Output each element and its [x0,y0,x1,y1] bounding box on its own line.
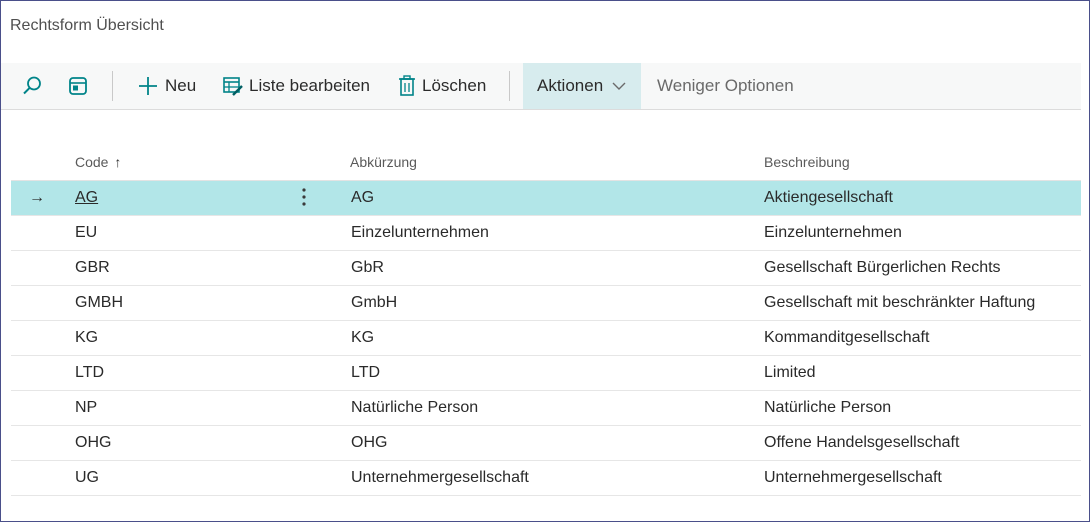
cell-abbreviation: KG [351,329,375,346]
table-row[interactable]: EU Einzelunternehmen Einzelunternehmen [11,216,1081,251]
table-row[interactable]: NP Natürliche Person Natürliche Person [11,391,1081,426]
cell-description: Unternehmergesellschaft [764,469,942,486]
table-row[interactable]: → AG AG Aktiengesellschaft [11,181,1081,216]
page-frame: Rechtsform Übersicht Neu Liste bearbeite… [0,0,1090,522]
toolbar-divider [112,71,113,101]
list-grid: Code ↑ Abkürzung Beschreibung → AG AG Aktie… [11,146,1081,496]
new-button[interactable]: Neu [137,63,196,109]
action-bar: Neu Liste bearbeiten Löschen Aktionen We… [1,63,1081,110]
trash-icon [398,75,416,97]
layout-icon [67,75,89,97]
cell-code: EU [75,224,98,241]
cell-abbreviation: Einzelunternehmen [351,224,489,241]
cell-code: NP [75,399,98,416]
cell-description: Gesellschaft mit beschränkter Haftung [764,294,1036,311]
cell-description: Aktiengesellschaft [764,189,893,206]
grid-header: Code ↑ Abkürzung Beschreibung [11,146,1081,181]
actions-label: Aktionen [537,76,604,95]
page-title: Rechtsform Übersicht [10,17,164,34]
cell-code: GBR [75,259,110,276]
table-row[interactable]: OHG OHG Offene Handelsgesellschaft [11,426,1081,461]
table-row[interactable]: LTD LTD Limited [11,356,1081,391]
cell-description: Kommanditgesellschaft [764,329,930,346]
table-row[interactable]: GMBH GmbH Gesellschaft mit beschränkter Ha… [11,286,1081,321]
layout-toggle-button[interactable] [67,63,95,109]
delete-label: Löschen [422,76,487,95]
table-row[interactable]: UG Unternehmergesellschaft Unternehmergese… [11,461,1081,496]
cell-description: Limited [764,364,816,381]
column-header-code-label: Code [75,154,109,170]
cell-description: Gesellschaft Bürgerlichen Rechts [764,259,1001,276]
cell-code: KG [75,329,99,346]
toolbar-divider [509,71,510,101]
cell-abbreviation: AG [351,189,375,206]
column-header-description[interactable]: Beschreibung [764,154,850,170]
sort-ascending-icon: ↑ [114,154,122,170]
actions-menu-button[interactable]: Aktionen [523,63,642,109]
table-row[interactable]: GBR GbR Gesellschaft Bürgerlichen Rechts [11,251,1081,286]
cell-abbreviation: LTD [351,364,381,381]
chevron-down-icon [611,80,627,92]
column-header-code[interactable]: Code ↑ [75,154,121,170]
cell-abbreviation: GmbH [351,294,398,311]
more-options-icon[interactable] [301,187,307,210]
cell-description: Natürliche Person [764,399,892,416]
edit-list-button[interactable]: Liste bearbeiten [223,63,370,109]
fewer-options-label: Weniger Optionen [657,76,794,95]
delete-button[interactable]: Löschen [398,63,486,109]
column-header-abbreviation[interactable]: Abkürzung [350,154,417,170]
new-button-label: Neu [165,76,197,95]
row-arrow-icon: → [29,189,45,206]
cell-code: GMBH [75,294,123,311]
cell-description: Einzelunternehmen [764,224,902,241]
plus-icon [137,75,159,97]
search-button[interactable] [21,63,49,109]
cell-code: UG [75,469,99,486]
cell-code: OHG [75,434,112,451]
search-icon [21,75,43,97]
cell-abbreviation: Unternehmergesellschaft [351,469,529,486]
table-row[interactable]: KG KG Kommanditgesellschaft [11,321,1081,356]
fewer-options-button[interactable]: Weniger Optionen [657,63,794,109]
cell-abbreviation: OHG [351,434,388,451]
cell-abbreviation: GbR [351,259,384,276]
cell-code[interactable]: AG [75,189,98,207]
cell-description: Offene Handelsgesellschaft [764,434,960,451]
cell-abbreviation: Natürliche Person [351,399,479,416]
edit-list-icon [223,76,243,96]
grid-body: → AG AG Aktiengesellschaft EU Einzelunternehm… [11,181,1081,496]
edit-list-label: Liste bearbeiten [249,76,370,95]
cell-code: LTD [75,364,105,381]
